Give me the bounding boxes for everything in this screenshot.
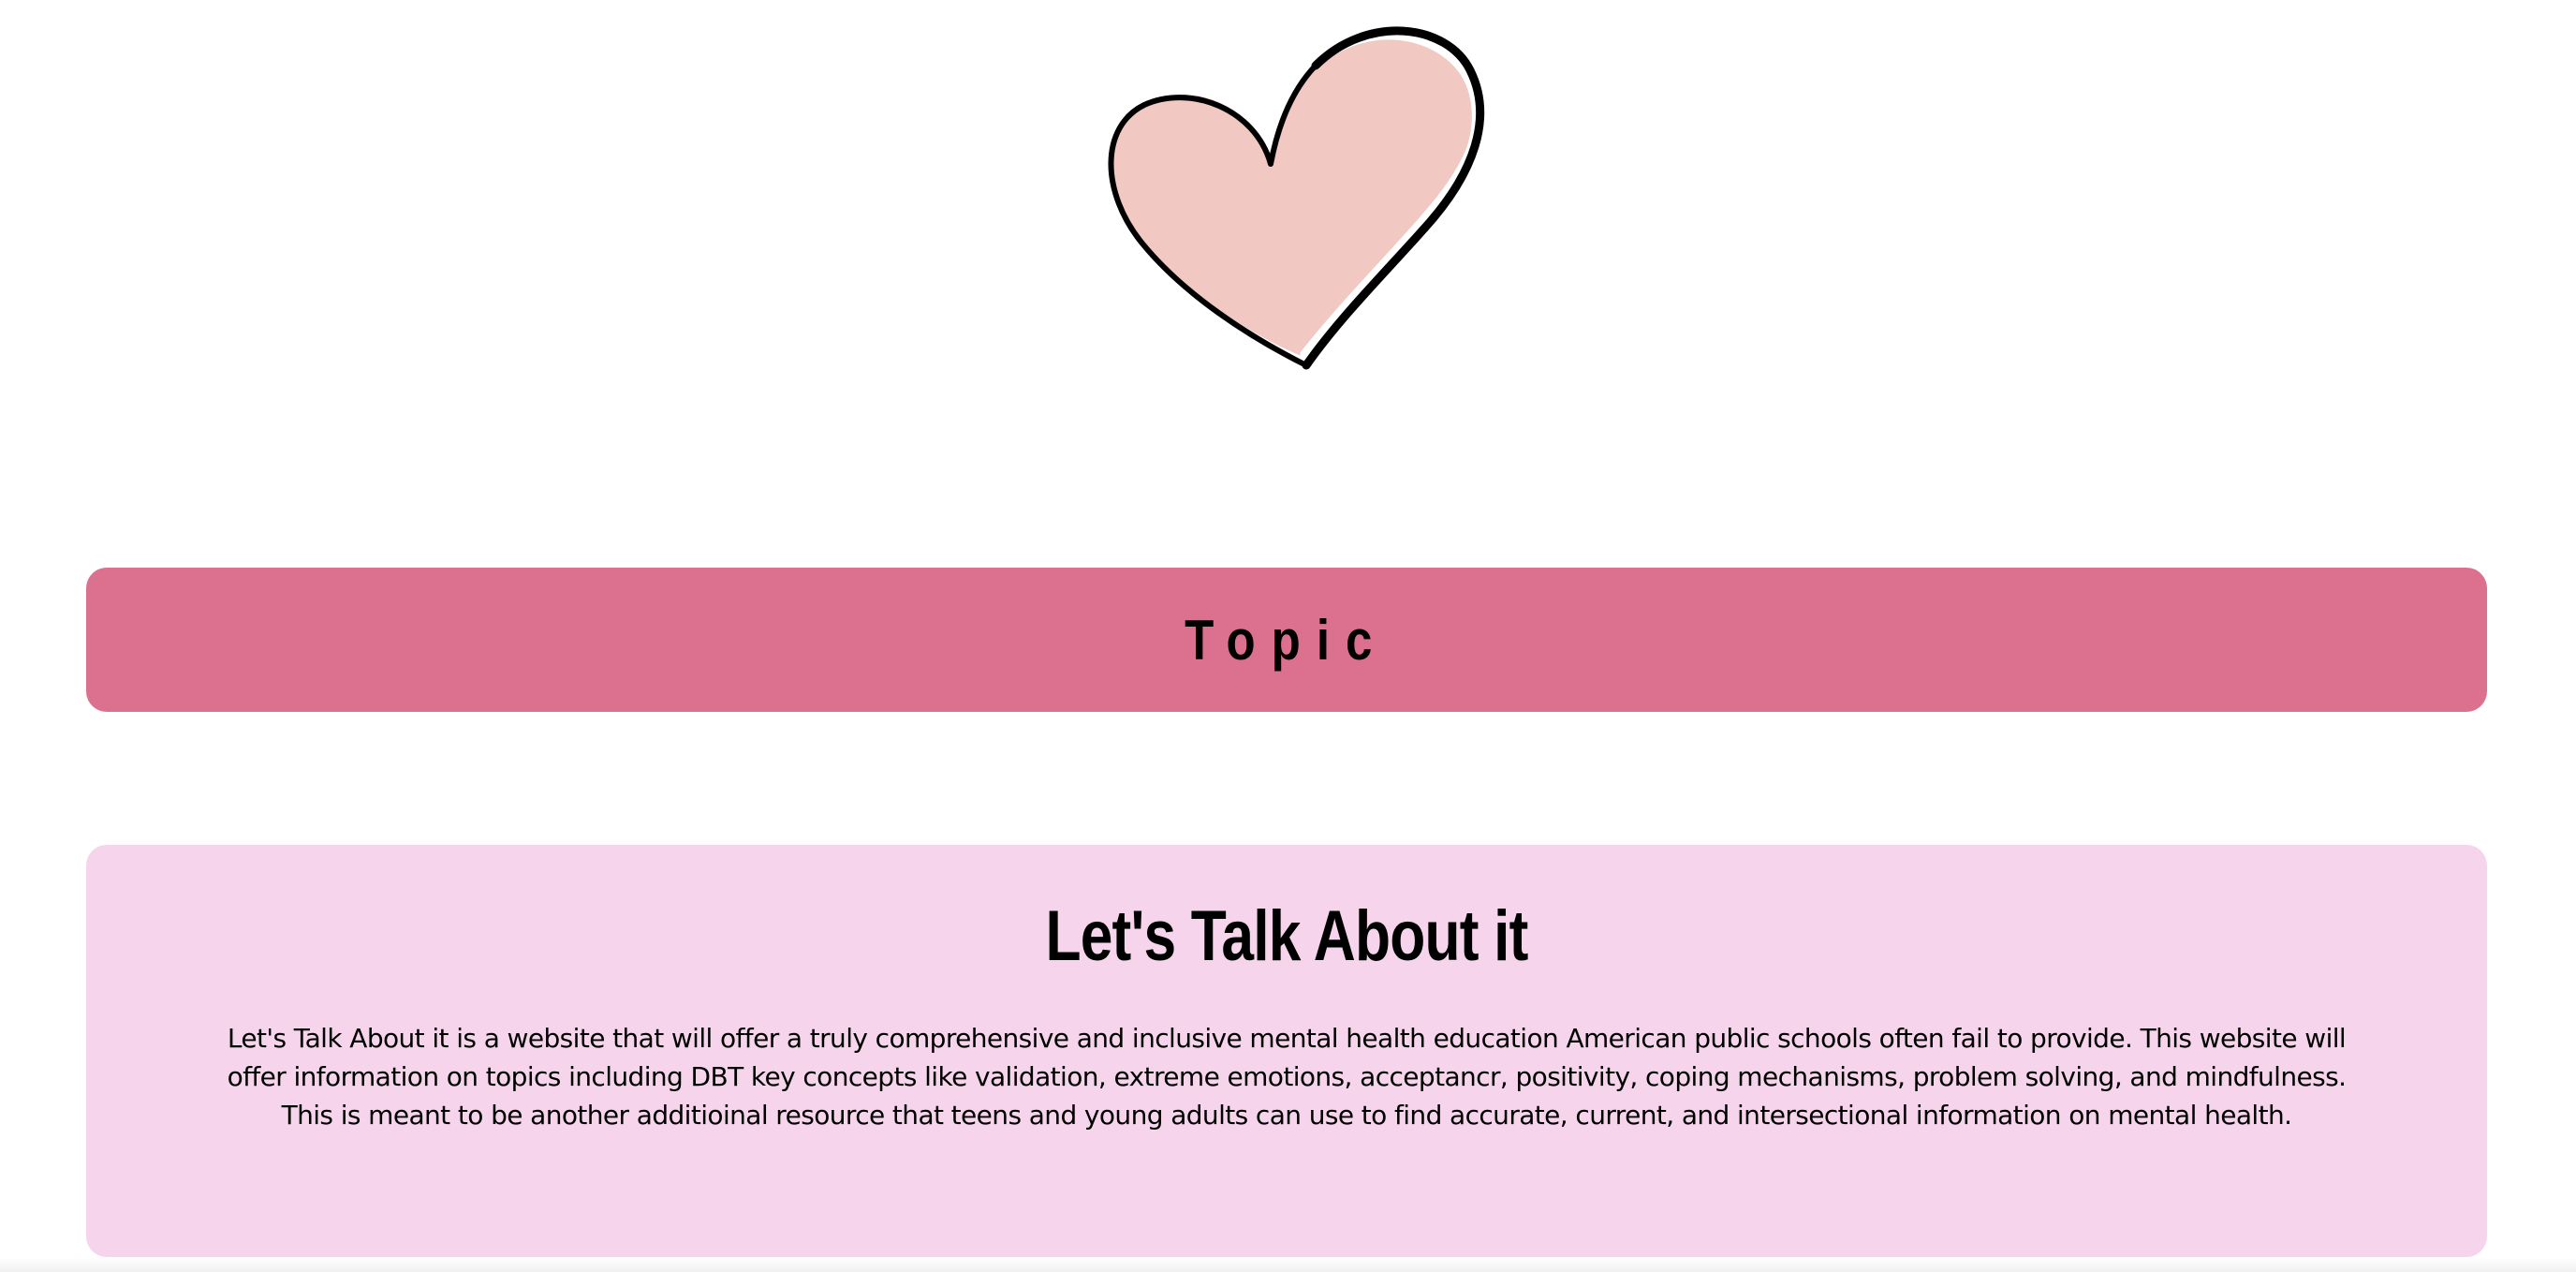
- about-card: Let's Talk About it Let's Talk About it …: [86, 845, 2487, 1257]
- hero-section: [0, 0, 2576, 393]
- about-title: Let's Talk About it: [1045, 896, 1528, 976]
- topic-bar: Topic: [86, 568, 2487, 712]
- page-bottom-edge: [0, 1257, 2576, 1272]
- heart-icon: [1077, 19, 1489, 384]
- about-description: Let's Talk About it is a website that wi…: [227, 1022, 2347, 1131]
- topic-title: Topic: [1185, 608, 1389, 672]
- page: Topic Let's Talk About it Let's Talk Abo…: [0, 0, 2576, 1272]
